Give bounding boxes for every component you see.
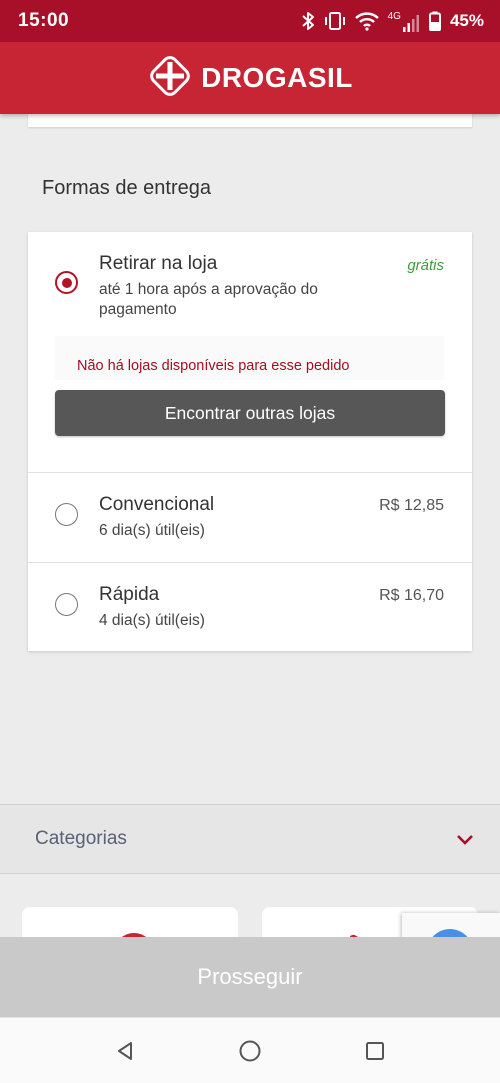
network-type: 4G xyxy=(387,10,401,22)
wifi-icon xyxy=(354,11,379,31)
recent-apps-icon[interactable] xyxy=(362,1038,388,1064)
find-other-stores-button[interactable]: Encontrar outras lojas xyxy=(55,390,445,436)
option-title: Convencional xyxy=(99,494,215,515)
categories-label: Categorias xyxy=(35,828,127,849)
status-bar: 15:00 4G 45% xyxy=(0,0,500,42)
system-nav-bar xyxy=(0,1017,500,1083)
chevron-down-icon[interactable] xyxy=(456,833,474,851)
option-subtitle: até 1 hora após a aprovação do xyxy=(99,281,318,298)
option-title: Rápida xyxy=(99,584,160,605)
option-price: R$ 12,85 xyxy=(379,497,444,514)
no-stores-notice: Não há lojas disponíveis para esse pedid… xyxy=(77,358,350,374)
battery-percent: 45% xyxy=(449,11,484,30)
delivery-option-fast[interactable]: Rápida 4 dia(s) útil(eis) R$ 16,70 xyxy=(28,562,472,651)
delivery-option-conventional[interactable]: Convencional 6 dia(s) útil(eis) R$ 12,85 xyxy=(28,472,472,562)
radio-pickup[interactable] xyxy=(55,271,78,294)
back-icon[interactable] xyxy=(112,1038,138,1064)
option-title: Retirar na loja xyxy=(99,253,218,274)
radio-fast[interactable] xyxy=(55,593,78,616)
option-price: R$ 16,70 xyxy=(379,587,444,604)
status-icons: 4G 45% xyxy=(301,11,484,32)
proceed-label: Prosseguir xyxy=(197,964,303,989)
app-header: DROGASIL xyxy=(0,42,500,114)
radio-conventional[interactable] xyxy=(55,503,78,526)
status-time: 15:00 xyxy=(18,10,70,31)
option-subtitle: pagamento xyxy=(99,301,177,318)
brand-logo[interactable]: DROGASIL xyxy=(147,53,353,104)
delivery-option-pickup[interactable]: Retirar na loja até 1 hora após a aprova… xyxy=(28,232,472,472)
option-price: grátis xyxy=(407,257,444,274)
signal-icon: 4G xyxy=(388,11,420,32)
option-subtitle: 4 dia(s) útil(eis) xyxy=(99,612,205,629)
section-title: Formas de entrega xyxy=(42,177,211,199)
home-icon[interactable] xyxy=(237,1038,263,1064)
delivery-options-card: Retirar na loja até 1 hora após a aprova… xyxy=(28,232,472,651)
vibrate-icon xyxy=(324,11,346,31)
option-subtitle: 6 dia(s) útil(eis) xyxy=(99,522,205,539)
brand-name: DROGASIL xyxy=(201,62,353,93)
proceed-button[interactable]: Prosseguir xyxy=(0,937,500,1017)
battery-icon xyxy=(428,11,441,31)
plus-diamond-icon xyxy=(147,53,193,104)
bluetooth-icon xyxy=(301,11,315,31)
categories-dropdown[interactable]: Categorias xyxy=(0,804,500,874)
